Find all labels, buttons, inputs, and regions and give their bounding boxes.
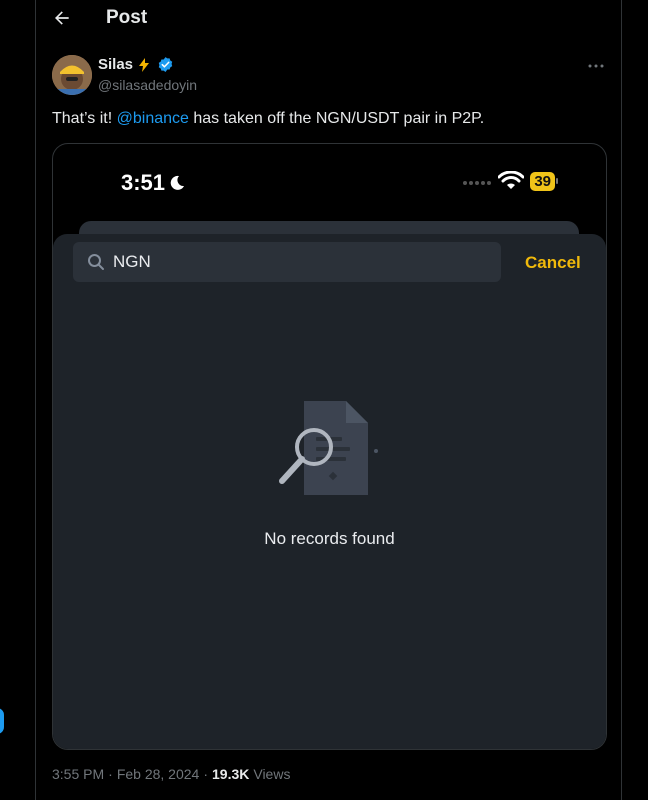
search-icon <box>87 253 105 271</box>
more-horizontal-icon <box>588 64 604 68</box>
avatar-image <box>52 55 92 95</box>
phone-status-icons: 39 <box>462 171 558 191</box>
meta-separator: · <box>108 766 113 782</box>
moon-icon <box>168 174 186 192</box>
views-label: Views <box>253 766 291 782</box>
arrow-left-icon <box>55 11 69 25</box>
views-count: 19.3K <box>212 766 250 782</box>
more-options-button[interactable] <box>584 56 608 76</box>
battery-cap <box>556 178 558 184</box>
tweet-metadata: 3:55 PM · Feb 28, 2024 · 19.3K Views <box>52 766 290 782</box>
phone-clock: 3:51 <box>121 170 166 195</box>
wifi-icon <box>498 171 525 191</box>
page-title: Post <box>106 7 148 28</box>
search-box[interactable] <box>73 242 501 282</box>
tweet-time[interactable]: 3:55 PM <box>52 766 104 782</box>
tweet-media-image[interactable]: 3:51 39 Cancel <box>52 143 607 750</box>
cancel-button[interactable]: Cancel <box>525 253 581 273</box>
cell-signal-icon <box>462 176 492 186</box>
avatar[interactable] <box>52 55 92 95</box>
search-input[interactable] <box>113 252 493 272</box>
battery-indicator: 39 <box>530 171 558 191</box>
post-header: Post <box>36 0 621 38</box>
tweet-date[interactable]: Feb 28, 2024 <box>117 766 200 782</box>
column-divider-right <box>621 0 622 800</box>
battery-level: 39 <box>530 171 555 191</box>
lightning-bolt-icon <box>136 57 152 73</box>
search-sheet: Cancel No records found <box>53 234 606 749</box>
tweet-text-suffix: has taken off the NGN/USDT pair in P2P. <box>188 110 485 127</box>
side-nav-post-button-edge[interactable] <box>0 708 4 734</box>
phone-status-time: 3:51 <box>121 170 186 196</box>
author-handle[interactable]: @silasadedoyin <box>98 77 197 93</box>
author-display-name[interactable]: Silas <box>98 56 133 73</box>
tweet-text: That’s it! @binance has taken off the NG… <box>52 110 484 128</box>
back-button[interactable] <box>50 6 74 30</box>
author-name-row[interactable]: Silas <box>98 56 174 73</box>
verified-badge-icon[interactable] <box>157 56 174 73</box>
mention-link[interactable]: @binance <box>117 110 189 127</box>
empty-state-message: No records found <box>264 529 395 548</box>
column-divider-left <box>35 0 36 800</box>
empty-results-icon <box>279 401 378 495</box>
tweet-text-prefix: That’s it! <box>52 110 117 127</box>
meta-separator: · <box>203 766 208 782</box>
